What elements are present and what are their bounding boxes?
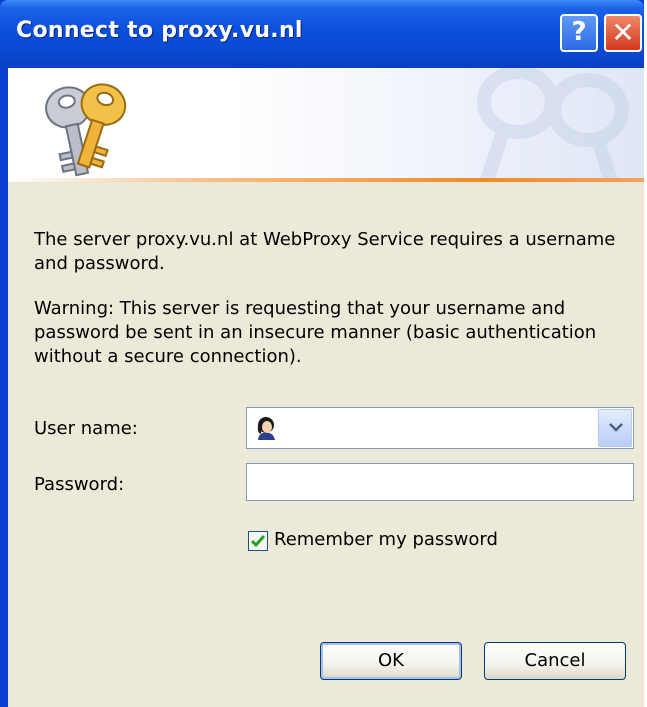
security-warning: Warning: This server is requesting that … — [34, 298, 597, 367]
remember-password-label: Remember my password — [274, 529, 498, 550]
remember-password-checkbox[interactable] — [248, 531, 268, 551]
chevron-down-icon — [609, 423, 623, 432]
banner-accent-line — [8, 178, 644, 182]
username-dropdown-button[interactable] — [598, 409, 632, 447]
password-field[interactable] — [246, 463, 634, 501]
dialog-body: The server proxy.vu.nl at WebProxy Servi… — [8, 68, 644, 707]
username-label: User name: — [34, 418, 138, 439]
keys-watermark-icon — [477, 68, 629, 182]
ok-button[interactable]: OK — [320, 642, 462, 680]
dialog-window: Connect to proxy.vu.nl ? ✕ The server pr… — [0, 0, 644, 707]
close-button[interactable]: ✕ — [604, 14, 642, 52]
password-label: Password: — [34, 474, 125, 495]
banner — [8, 68, 644, 182]
help-button[interactable]: ? — [560, 14, 598, 52]
server-message: The server proxy.vu.nl at WebProxy Servi… — [34, 229, 616, 274]
checkmark-icon — [250, 535, 266, 548]
cancel-button[interactable]: Cancel — [484, 642, 626, 680]
keys-icon — [45, 83, 127, 177]
user-avatar-icon — [257, 417, 275, 440]
title-bar[interactable]: Connect to proxy.vu.nl ? ✕ — [0, 0, 644, 68]
username-combobox[interactable] — [246, 407, 634, 449]
window-title: Connect to proxy.vu.nl — [16, 18, 303, 43]
